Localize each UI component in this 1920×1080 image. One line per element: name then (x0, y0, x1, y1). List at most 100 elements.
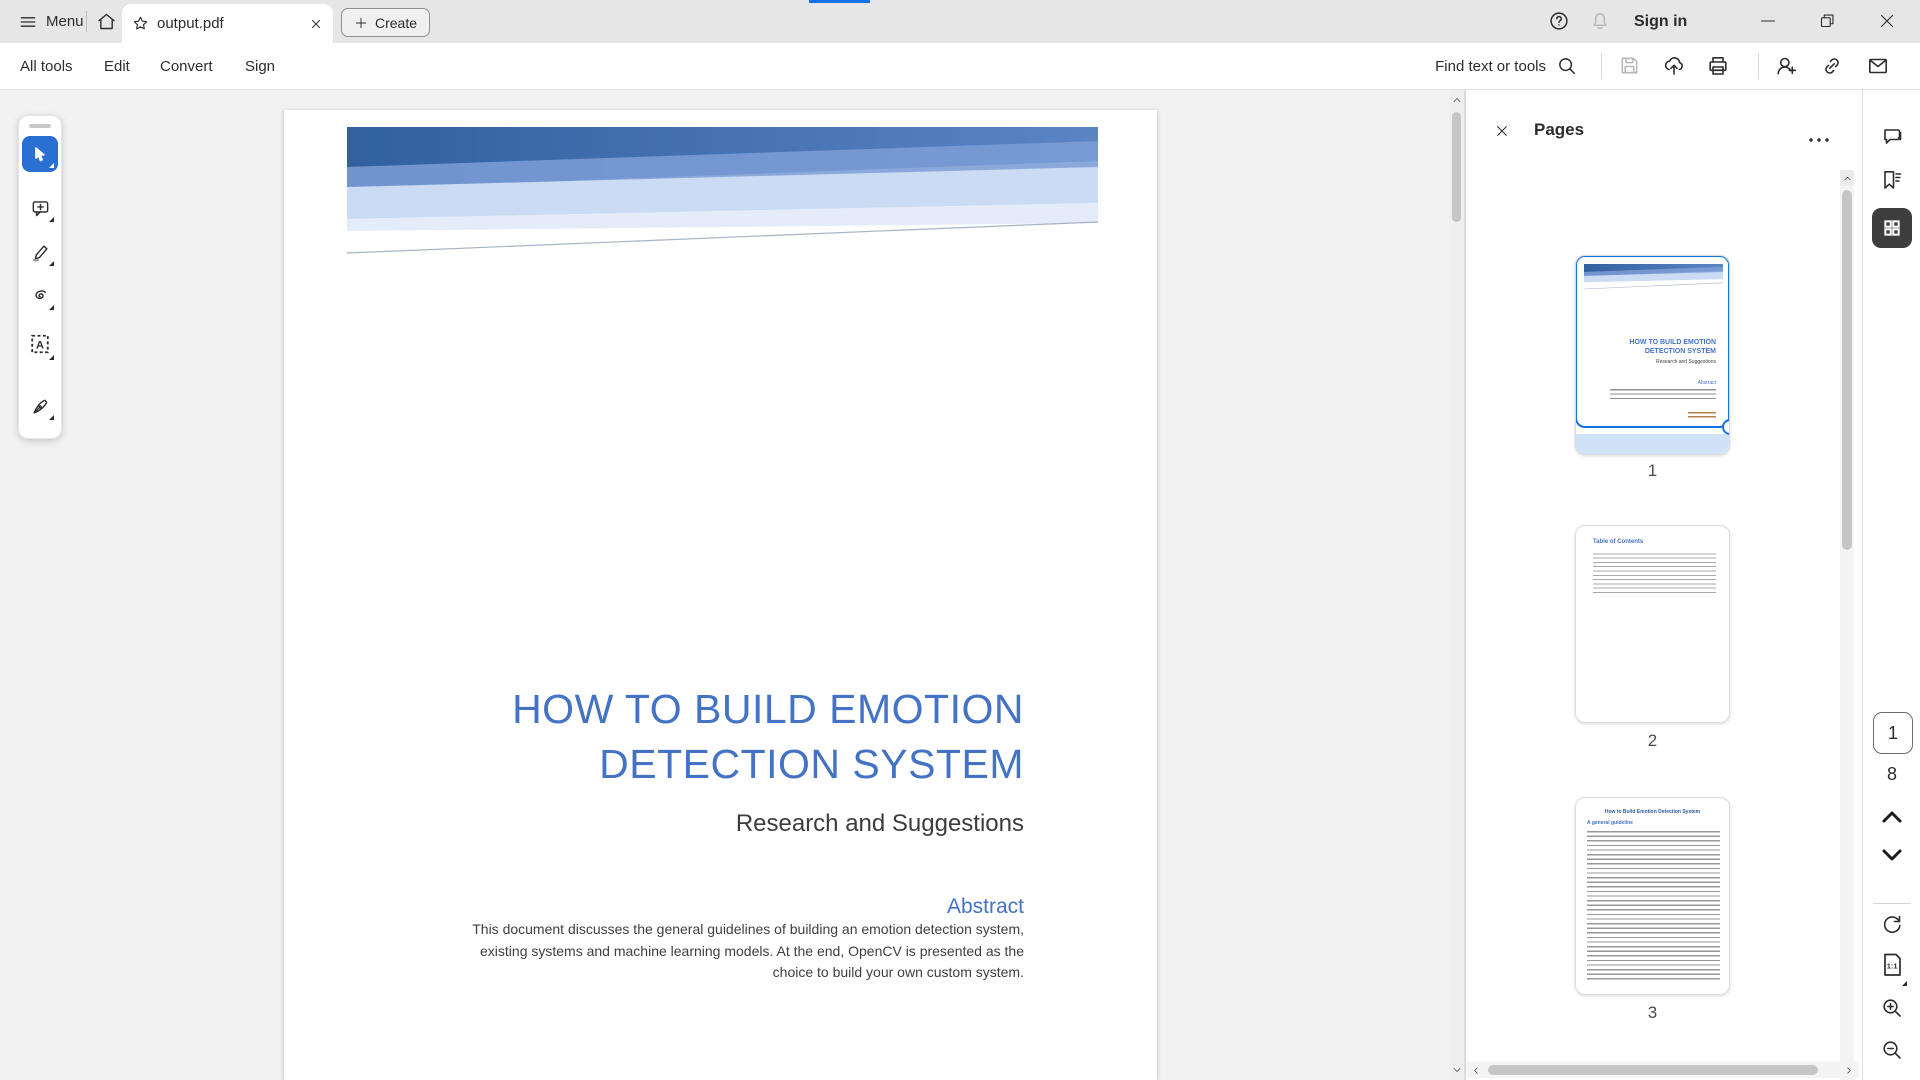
close-icon (1494, 123, 1510, 139)
window-close-icon (1876, 10, 1898, 32)
star-icon[interactable] (132, 15, 149, 32)
highlight-tool-button[interactable] (22, 234, 58, 270)
all-tools-menu[interactable]: All tools (20, 43, 73, 89)
print-button[interactable] (1706, 54, 1730, 78)
document-scrollbar[interactable] (1449, 90, 1464, 1080)
page-thumbnail-3[interactable]: How to Build Emotion Detection System A … (1575, 797, 1730, 995)
create-button[interactable]: Create (341, 8, 430, 37)
mini-footer-band (1576, 434, 1729, 454)
close-panel-button[interactable] (1494, 123, 1510, 139)
cover-ribbon-graphic (347, 127, 1098, 258)
request-signatures-button[interactable] (1774, 54, 1798, 78)
hamburger-icon (18, 12, 38, 32)
select-text-box-icon: A (29, 332, 51, 356)
title-bar: Menu output.pdf Create (0, 0, 1920, 43)
page-thumbnails-button[interactable] (1872, 208, 1912, 248)
document-page[interactable]: HOW TO BUILD EMOTION DETECTION SYSTEM Re… (284, 110, 1157, 1080)
divider (1873, 903, 1911, 904)
zoom-out-button[interactable] (1880, 1038, 1904, 1062)
find-label: Find text or tools (1435, 58, 1546, 75)
panel-scroll-right[interactable] (1840, 1062, 1856, 1078)
convert-menu[interactable]: Convert (160, 43, 213, 89)
chevron-down-icon (1451, 1064, 1463, 1076)
panel-options-button[interactable] (1808, 130, 1830, 148)
select-tool-button[interactable] (22, 136, 58, 172)
ellipsis-icon (1808, 137, 1830, 143)
draw-tool-button[interactable] (22, 278, 58, 314)
chevron-right-icon (1843, 1065, 1854, 1076)
panel-scroll-up[interactable] (1840, 170, 1854, 186)
thumbnail-2-label: 2 (1575, 731, 1730, 751)
comments-panel-button[interactable] (1880, 124, 1904, 148)
request-signature-icon (1774, 54, 1798, 78)
panel-scroll-left[interactable] (1468, 1062, 1484, 1078)
window-minimize-button[interactable] (1757, 10, 1779, 32)
mini-toc-rows (1593, 550, 1716, 596)
fill-sign-tool-button[interactable] (22, 388, 58, 424)
next-page-button[interactable] (1880, 846, 1904, 869)
sign-in-button[interactable]: Sign in (1634, 0, 1687, 43)
actual-size-icon: 1:1 (1880, 952, 1905, 979)
selection-border (1575, 255, 1730, 428)
window-restore-button[interactable] (1816, 10, 1838, 32)
scrollbar-thumb[interactable] (1452, 112, 1461, 222)
bell-icon (1589, 10, 1611, 32)
panel-horizontal-scrollbar[interactable] (1466, 1062, 1858, 1078)
top-accent-bar (809, 0, 870, 3)
restore-icon (1816, 10, 1838, 32)
mini-page3-lines (1587, 831, 1720, 980)
refresh-icon (1880, 912, 1904, 936)
scroll-down-arrow[interactable] (1449, 1062, 1464, 1078)
document-tab[interactable]: output.pdf (122, 4, 333, 43)
divider (1601, 53, 1602, 79)
panel-h-scrollbar-thumb[interactable] (1488, 1065, 1818, 1075)
help-button[interactable] (1548, 10, 1570, 32)
pages-panel: Pages HOW TO BUILD EMOTION DETECTION SYS… (1466, 90, 1862, 1080)
document-subtitle: Research and Suggestions (404, 810, 1024, 838)
save-button[interactable] (1618, 54, 1641, 77)
page-thumbnail-2[interactable]: Table of Contents (1575, 525, 1730, 723)
share-button[interactable] (1662, 54, 1686, 78)
home-button[interactable] (96, 0, 117, 43)
chevron-left-icon (1471, 1065, 1482, 1076)
tab-close-icon[interactable] (309, 17, 323, 31)
mini-toc-heading: Table of Contents (1593, 539, 1643, 545)
find-text-button[interactable]: Find text or tools (1435, 43, 1578, 89)
selection-handle[interactable] (1722, 419, 1730, 435)
mini-page3-heading: How to Build Emotion Detection System (1576, 809, 1729, 815)
home-icon (96, 11, 117, 32)
scroll-up-arrow[interactable] (1449, 92, 1464, 108)
sign-menu[interactable]: Sign (245, 43, 275, 89)
drag-handle[interactable] (29, 124, 51, 128)
chevron-up-icon (1451, 94, 1463, 106)
quick-tools-panel: A (18, 115, 62, 439)
thumbnail-1-label: 1 (1575, 461, 1730, 481)
page-thumbnail-1[interactable]: HOW TO BUILD EMOTION DETECTION SYSTEM Re… (1575, 255, 1730, 455)
svg-text:A: A (36, 340, 44, 352)
add-comment-icon (30, 198, 51, 219)
get-link-button[interactable] (1820, 54, 1844, 78)
thumbnail-3-label: 3 (1575, 1003, 1730, 1023)
previous-page-button[interactable] (1880, 808, 1904, 831)
window-close-button[interactable] (1876, 10, 1898, 32)
menu-button[interactable]: Menu (12, 0, 90, 43)
panel-scrollbar-thumb[interactable] (1842, 190, 1852, 550)
print-icon (1706, 54, 1730, 78)
svg-text:1:1: 1:1 (1887, 962, 1898, 971)
chevron-up-icon (1842, 173, 1853, 184)
panel-scrollbar[interactable] (1840, 170, 1854, 1080)
share-upload-icon (1662, 54, 1686, 78)
acrobat-window: Menu output.pdf Create (0, 0, 1920, 1080)
current-page-input[interactable]: 1 (1873, 712, 1913, 754)
select-text-tool-button[interactable]: A (22, 324, 58, 364)
notifications-button[interactable] (1589, 10, 1611, 32)
add-comment-tool-button[interactable] (22, 190, 58, 226)
bookmarks-panel-button[interactable] (1880, 168, 1904, 192)
email-button[interactable] (1866, 54, 1890, 78)
edit-menu[interactable]: Edit (104, 43, 130, 89)
actual-size-button[interactable]: 1:1 (1880, 952, 1905, 984)
refresh-view-button[interactable] (1880, 912, 1904, 936)
zoom-in-button[interactable] (1880, 996, 1904, 1020)
mini-page3-subheading: A general guideline (1587, 820, 1633, 826)
comments-icon (1880, 124, 1904, 148)
